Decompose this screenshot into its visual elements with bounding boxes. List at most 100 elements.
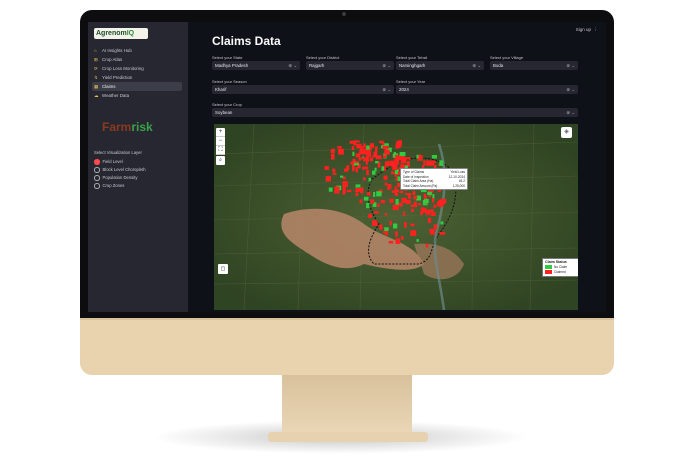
claim-field-patch[interactable] <box>355 188 361 192</box>
claim-field-patch[interactable] <box>384 182 388 186</box>
claim-field-patch[interactable] <box>366 169 369 176</box>
claim-field-patch[interactable] <box>355 184 361 188</box>
sidebar-item-claims[interactable]: ▦ Claims <box>92 82 182 91</box>
search-icon[interactable]: ⌕ <box>216 156 225 165</box>
claim-field-patch[interactable] <box>363 196 369 201</box>
layer-radio-option[interactable]: Crop Zones <box>94 182 146 190</box>
claim-field-patch[interactable] <box>394 186 397 190</box>
claim-field-patch[interactable] <box>413 201 417 208</box>
claim-field-patch[interactable] <box>383 230 388 234</box>
claim-field-patch[interactable] <box>346 189 352 193</box>
claim-field-patch[interactable] <box>391 171 395 175</box>
claim-field-patch[interactable] <box>398 140 402 145</box>
claim-field-patch[interactable] <box>439 160 444 166</box>
claim-field-patch[interactable] <box>377 203 380 207</box>
claim-field-patch[interactable] <box>432 198 435 203</box>
claim-field-patch[interactable] <box>330 149 334 153</box>
claim-field-patch[interactable] <box>332 172 337 175</box>
claim-field-patch[interactable] <box>431 209 434 215</box>
claim-field-patch[interactable] <box>360 187 364 194</box>
claim-field-patch[interactable] <box>403 211 405 217</box>
claim-field-patch[interactable] <box>383 175 388 180</box>
claim-field-patch[interactable] <box>340 175 344 178</box>
claim-field-patch[interactable] <box>440 198 447 204</box>
claim-field-patch[interactable] <box>410 223 415 227</box>
claim-field-patch[interactable] <box>429 228 435 234</box>
claim-field-patch[interactable] <box>405 192 409 196</box>
claim-field-patch[interactable] <box>355 153 361 158</box>
village-select[interactable]: Select your Village Boda ⊗ ⌄ <box>490 55 578 70</box>
claim-field-patch[interactable] <box>373 192 376 197</box>
layer-radio-option[interactable]: Field Level <box>94 158 146 166</box>
claim-field-patch[interactable] <box>399 152 406 157</box>
claim-field-patch[interactable] <box>433 204 437 208</box>
sidebar-item-weather-data[interactable]: ☁ Weather Data <box>92 91 182 100</box>
claim-field-patch[interactable] <box>358 157 362 161</box>
claim-field-patch[interactable] <box>389 198 394 203</box>
claim-field-patch[interactable] <box>363 177 366 181</box>
claim-field-patch[interactable] <box>401 235 404 240</box>
claim-field-patch[interactable] <box>332 168 336 173</box>
claim-field-patch[interactable] <box>331 153 335 160</box>
claim-field-patch[interactable] <box>325 176 331 182</box>
claim-field-patch[interactable] <box>439 231 446 235</box>
claim-field-patch[interactable] <box>366 151 372 157</box>
draw-rectangle-icon[interactable]: ▢ <box>218 264 228 274</box>
claim-field-patch[interactable] <box>427 191 432 196</box>
sidebar-item-crop-loss-monitoring[interactable]: ⟳ Crop Loss Monitoring <box>92 64 182 73</box>
claim-field-patch[interactable] <box>370 157 373 162</box>
claim-field-patch[interactable] <box>406 200 411 205</box>
claim-field-patch[interactable] <box>334 186 340 193</box>
claim-field-patch[interactable] <box>411 208 414 212</box>
claim-field-patch[interactable] <box>346 165 350 171</box>
claim-field-patch[interactable] <box>337 146 342 149</box>
sidebar-item-ai-insights-hub[interactable]: ⌂ AI Insights Hub <box>92 46 182 55</box>
claim-field-patch[interactable] <box>393 223 398 229</box>
claim-field-patch[interactable] <box>383 155 387 159</box>
claim-field-patch[interactable] <box>373 211 379 214</box>
claim-field-patch[interactable] <box>384 149 390 155</box>
claim-field-patch[interactable] <box>361 157 364 160</box>
claim-field-patch[interactable] <box>412 191 416 195</box>
claim-field-patch[interactable] <box>350 161 355 165</box>
season-select[interactable]: Select your Season Kharif ⊗ ⌄ <box>212 79 394 94</box>
sign-up-link[interactable]: Sign up ⋮ <box>576 27 598 33</box>
zoom-out-button[interactable]: − <box>216 137 225 146</box>
state-select[interactable]: Select your State Madhya Pradesh ⊗ ⌄ <box>212 55 300 70</box>
claim-field-patch[interactable] <box>387 184 392 189</box>
claim-field-patch[interactable] <box>375 155 382 160</box>
claim-field-patch[interactable] <box>366 202 370 209</box>
claim-field-patch[interactable] <box>342 181 348 187</box>
claim-field-patch[interactable] <box>365 159 368 166</box>
fullscreen-button[interactable]: ⛶ <box>216 146 225 155</box>
claim-field-patch[interactable] <box>413 195 418 200</box>
claim-field-patch[interactable] <box>427 217 432 223</box>
claim-field-patch[interactable] <box>391 190 397 193</box>
claim-field-patch[interactable] <box>368 213 372 218</box>
claim-field-patch[interactable] <box>395 238 401 244</box>
claim-field-patch[interactable] <box>367 191 371 196</box>
claim-field-patch[interactable] <box>342 187 346 193</box>
claims-map[interactable]: + − ⛶ ⌕ ▢ ◈ Type of Claims Yield Loss Date… <box>214 124 578 310</box>
claim-field-patch[interactable] <box>423 193 427 197</box>
layers-icon[interactable]: ◈ <box>561 127 572 138</box>
tehsil-select[interactable]: Select your Tehsil Narsinghgarh ⊗ ⌄ <box>396 55 484 70</box>
claim-field-patch[interactable] <box>425 243 429 248</box>
claim-field-patch[interactable] <box>376 191 382 197</box>
claim-field-patch[interactable] <box>410 230 417 236</box>
claim-field-patch[interactable] <box>362 166 366 170</box>
claim-field-patch[interactable] <box>395 231 398 237</box>
sidebar-item-crop-atlas[interactable]: ⊞ Crop Atlas <box>92 55 182 64</box>
layer-radio-option[interactable]: Block Level Choropleth <box>94 166 146 174</box>
claim-field-patch[interactable] <box>352 151 355 156</box>
claim-field-patch[interactable] <box>360 146 364 152</box>
claim-field-patch[interactable] <box>359 199 363 204</box>
claim-field-patch[interactable] <box>431 155 437 159</box>
claim-field-patch[interactable] <box>368 177 372 182</box>
claim-field-patch[interactable] <box>381 166 384 171</box>
claim-field-patch[interactable] <box>351 146 355 151</box>
zoom-in-button[interactable]: + <box>216 128 225 137</box>
layer-radio-option[interactable]: Population Density <box>94 174 146 182</box>
claim-field-patch[interactable] <box>400 157 407 164</box>
claim-field-patch[interactable] <box>386 160 390 164</box>
